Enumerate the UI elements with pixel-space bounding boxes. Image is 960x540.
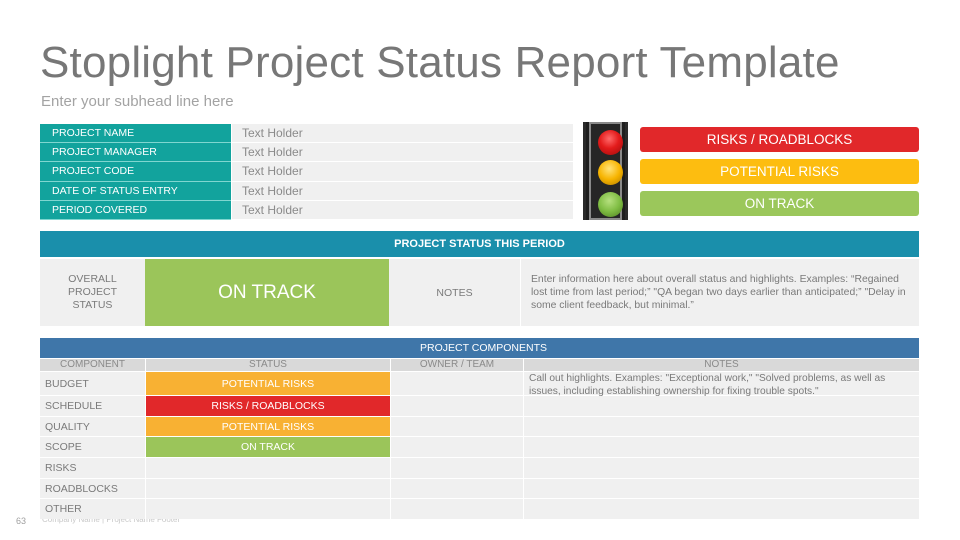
components-heading-label: PROJECT COMPONENTS <box>420 342 547 354</box>
owner-team-cell[interactable] <box>391 437 523 458</box>
components-heading: PROJECT COMPONENTS <box>40 338 919 358</box>
component-name: QUALITY <box>40 416 145 437</box>
components-header-row: COMPONENT STATUS OWNER / TEAM NOTES <box>40 359 919 371</box>
notes-text: Call out highlights. Examples: "Exceptio… <box>529 373 885 398</box>
column-header-notes: NOTES <box>524 359 919 371</box>
table-row: RISKS <box>40 457 919 478</box>
legend-on-track: ON TRACK <box>640 191 919 216</box>
overall-status-label: OVERALL PROJECT STATUS <box>40 259 145 326</box>
overall-status-label-line: PROJECT <box>67 286 117 298</box>
component-name: RISKS <box>40 458 145 478</box>
component-name: OTHER <box>40 499 145 520</box>
status-legend: RISKS / ROADBLOCKS POTENTIAL RISKS ON TR… <box>640 127 919 223</box>
status-period-heading: PROJECT STATUS THIS PERIOD <box>40 231 919 257</box>
component-notes-cell[interactable] <box>524 458 919 478</box>
info-row-project-name: PROJECT NAME Text Holder <box>40 124 573 144</box>
info-row-date-of-status-entry: DATE OF STATUS ENTRY Text Holder <box>40 181 573 201</box>
column-header-component: COMPONENT <box>40 359 145 371</box>
components-rows: BUDGET POTENTIAL RISKS Call out highlights… <box>40 371 919 520</box>
component-status-cell[interactable]: POTENTIAL RISKS <box>146 416 390 437</box>
overall-status-label-line: OVERALL <box>68 273 117 285</box>
owner-team-cell[interactable] <box>391 396 523 416</box>
legend-potential-risks: POTENTIAL RISKS <box>640 159 919 184</box>
yellow-lamp-icon <box>598 160 623 185</box>
info-row-project-manager: PROJECT MANAGER Text Holder <box>40 143 573 163</box>
owner-team-cell[interactable] <box>391 478 523 499</box>
overall-notes-field[interactable]: Enter information here about overall sta… <box>521 259 919 326</box>
component-notes-cell[interactable] <box>524 396 919 416</box>
project-manager-field[interactable]: Text Holder <box>232 143 573 163</box>
component-name: ROADBLOCKS <box>40 478 145 499</box>
component-name: BUDGET <box>40 372 145 395</box>
table-row: OTHER <box>40 498 919 520</box>
component-notes-cell[interactable] <box>524 416 919 437</box>
info-row-project-code: PROJECT CODE Text Holder <box>40 162 573 182</box>
component-status-cell[interactable]: RISKS / ROADBLOCKS <box>146 396 390 416</box>
component-notes-cell[interactable] <box>524 499 919 520</box>
component-notes-cell[interactable]: Call out highlights. Examples: "Exceptio… <box>524 372 919 398</box>
info-label: PERIOD COVERED <box>40 200 231 220</box>
info-label: PROJECT NAME <box>40 124 231 144</box>
table-row: BUDGET POTENTIAL RISKS Call out highlights… <box>40 371 919 398</box>
column-header-status: STATUS <box>146 359 390 371</box>
component-status-cell[interactable]: ON TRACK <box>146 437 390 458</box>
component-status-cell[interactable] <box>146 478 390 499</box>
traffic-light-icon <box>583 122 628 220</box>
info-row-period-covered: PERIOD COVERED Text Holder <box>40 200 573 220</box>
page-title: Stoplight Project Status Report Template <box>40 38 840 87</box>
component-status-cell[interactable] <box>146 499 390 520</box>
owner-team-cell[interactable] <box>391 416 523 437</box>
info-label: DATE OF STATUS ENTRY <box>40 181 231 201</box>
component-status-cell[interactable] <box>146 458 390 478</box>
table-row: SCOPE ON TRACK <box>40 436 919 458</box>
project-info-table: PROJECT NAME Text Holder PROJECT MANAGER… <box>40 124 573 220</box>
status-period-row: OVERALL PROJECT STATUS ON TRACK NOTES En… <box>40 259 919 326</box>
period-covered-field[interactable]: Text Holder <box>232 200 573 220</box>
green-lamp-icon <box>598 192 623 217</box>
info-label: PROJECT MANAGER <box>40 143 231 163</box>
project-code-field[interactable]: Text Holder <box>232 162 573 182</box>
owner-team-cell[interactable] <box>391 458 523 478</box>
date-of-status-entry-field[interactable]: Text Holder <box>232 181 573 201</box>
legend-risks-roadblocks: RISKS / ROADBLOCKS <box>640 127 919 152</box>
info-label: PROJECT CODE <box>40 162 231 182</box>
notes-line: some client feedback, but minimal.” <box>531 300 694 311</box>
red-lamp-icon <box>598 130 623 155</box>
column-header-owner: OWNER / TEAM <box>391 359 523 371</box>
notes-line: Enter information here about overall sta… <box>531 274 899 285</box>
overall-status-label-line: STATUS <box>72 299 113 311</box>
footer-text: Company Name | Project Name Footer <box>42 519 181 524</box>
table-row: QUALITY POTENTIAL RISKS <box>40 415 919 437</box>
page-subhead: Enter your subhead line here <box>41 93 234 110</box>
table-row: ROADBLOCKS <box>40 477 919 499</box>
notes-line: lost time from last period;” "QA began t… <box>531 287 906 298</box>
component-notes-cell[interactable] <box>524 437 919 458</box>
page-number: 63 <box>16 516 27 526</box>
owner-team-cell[interactable] <box>391 372 523 395</box>
components-table: COMPONENT STATUS OWNER / TEAM NOTES BUDG… <box>40 359 919 520</box>
owner-team-cell[interactable] <box>391 499 523 520</box>
overall-status-value[interactable]: ON TRACK <box>145 259 389 326</box>
component-status-cell[interactable]: POTENTIAL RISKS <box>146 372 390 395</box>
project-name-field[interactable]: Text Holder <box>232 124 573 144</box>
table-row: SCHEDULE RISKS / ROADBLOCKS <box>40 395 919 416</box>
component-name: SCHEDULE <box>40 396 145 416</box>
component-notes-cell[interactable] <box>524 478 919 499</box>
traffic-light-frame <box>589 122 623 220</box>
notes-line: Call out highlights. Examples: "Exceptio… <box>529 373 886 384</box>
notes-label: NOTES <box>389 259 521 326</box>
component-name: SCOPE <box>40 437 145 458</box>
